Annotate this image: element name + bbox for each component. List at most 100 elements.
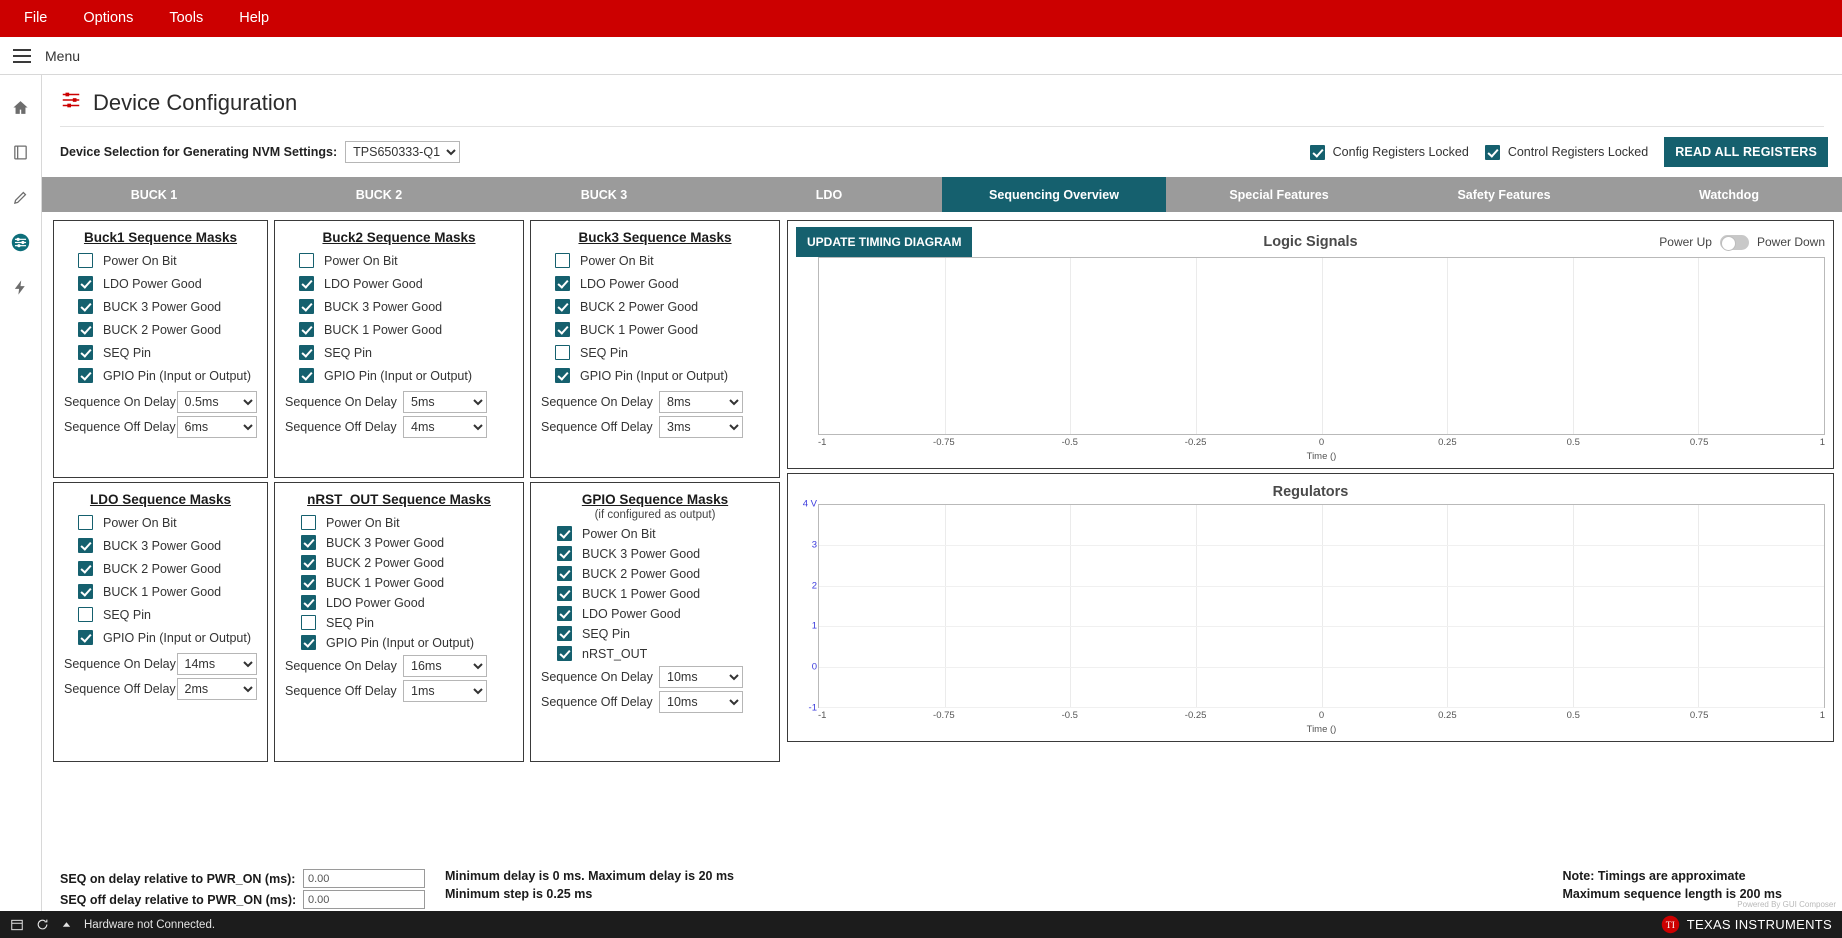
checkbox-row-gpio-4[interactable]: LDO Power Good [541,606,769,621]
sequence-on-delay-select-gpio[interactable]: 10ms [659,666,743,688]
checkbox-row-ldo-3[interactable]: BUCK 1 Power Good [64,584,257,599]
tab-safety-features[interactable]: Safety Features [1392,177,1617,212]
tab-watchdog[interactable]: Watchdog [1617,177,1842,212]
checkbox-row-nrst_out-3[interactable]: BUCK 1 Power Good [285,575,513,590]
tab-bar: BUCK 1BUCK 2BUCK 3LDOSequencing Overview… [42,177,1842,212]
checkbox-label: LDO Power Good [580,277,679,291]
checkbox-row-nrst_out-1[interactable]: BUCK 3 Power Good [285,535,513,550]
y-tick-label: -1 [809,703,817,714]
seq-on-delay-input[interactable] [303,869,425,888]
sequence-off-delay-select-gpio[interactable]: 10ms [659,691,743,713]
panel-title-gpio: GPIO Sequence Masks [541,492,769,507]
checkbox-row-buck3-1[interactable]: LDO Power Good [541,276,769,291]
menu-item-help[interactable]: Help [221,3,287,34]
config-registers-locked-checkbox[interactable]: Config Registers Locked [1310,145,1469,160]
checkbox-label: BUCK 3 Power Good [326,536,444,550]
checkbox-row-buck2-2[interactable]: BUCK 3 Power Good [285,299,513,314]
power-direction-toggle[interactable] [1720,235,1749,250]
sequence-off-delay-select-buck2[interactable]: 4ms [403,416,487,438]
home-icon [12,99,29,116]
checkbox-row-nrst_out-2[interactable]: BUCK 2 Power Good [285,555,513,570]
y-tick-label: 2 [812,580,817,591]
regulators-plot[interactable] [818,504,1825,708]
svg-text:TI: TI [1666,921,1675,931]
checkbox-row-buck3-2[interactable]: BUCK 2 Power Good [541,299,769,314]
checkbox-row-ldo-5[interactable]: GPIO Pin (Input or Output) [64,630,257,645]
device-selection-label: Device Selection for Generating NVM Sett… [60,145,337,159]
checkbox-row-buck2-1[interactable]: LDO Power Good [285,276,513,291]
checkbox-row-ldo-0[interactable]: Power On Bit [64,515,257,530]
tab-ldo[interactable]: LDO [717,177,942,212]
menu-label: Menu [45,48,80,64]
menu-item-file[interactable]: File [6,3,65,34]
sequence-off-delay-select-nrst_out[interactable]: 1ms [403,680,487,702]
checkbox-row-gpio-0[interactable]: Power On Bit [541,526,769,541]
sequence-on-delay-select-buck1[interactable]: 0.5ms [177,391,257,413]
sequence-on-delay-select-ldo[interactable]: 14ms [177,653,257,675]
checkbox-row-buck3-5[interactable]: GPIO Pin (Input or Output) [541,368,769,383]
checkbox-row-ldo-4[interactable]: SEQ Pin [64,607,257,622]
nav-device-configuration[interactable] [0,220,42,265]
logic-signals-x-title: Time () [818,451,1825,462]
seq-off-delay-label: SEQ off delay relative to PWR_ON (ms): [60,893,303,907]
checkbox-row-buck2-0[interactable]: Power On Bit [285,253,513,268]
sequence-on-delay-select-buck3[interactable]: 8ms [659,391,743,413]
checkbox-row-nrst_out-6[interactable]: GPIO Pin (Input or Output) [285,635,513,650]
menu-item-tools[interactable]: Tools [151,3,221,34]
checkbox-row-gpio-6[interactable]: nRST_OUT [541,646,769,661]
checkbox-row-buck1-1[interactable]: LDO Power Good [64,276,257,291]
checkbox-row-ldo-2[interactable]: BUCK 2 Power Good [64,561,257,576]
chevron-up-icon[interactable] [61,919,72,930]
checkbox-row-ldo-1[interactable]: BUCK 3 Power Good [64,538,257,553]
control-registers-locked-checkbox[interactable]: Control Registers Locked [1485,145,1648,160]
checkbox-row-buck3-4[interactable]: SEQ Pin [541,345,769,360]
grid-line-vertical [1196,258,1197,434]
update-timing-diagram-button[interactable]: UPDATE TIMING DIAGRAM [796,227,972,257]
menu-item-options[interactable]: Options [65,3,151,34]
console-icon[interactable] [10,918,24,932]
sequence-on-delay-select-buck2[interactable]: 5ms [403,391,487,413]
sequence-off-delay-label: Sequence Off Delay [541,695,659,709]
logic-signals-plot[interactable] [818,257,1825,435]
tab-buck-1[interactable]: BUCK 1 [42,177,267,212]
checkbox-row-nrst_out-5[interactable]: SEQ Pin [285,615,513,630]
checkbox-row-nrst_out-4[interactable]: LDO Power Good [285,595,513,610]
regulators-x-title: Time () [818,724,1825,735]
checkbox-icon [555,253,570,268]
checkbox-row-nrst_out-0[interactable]: Power On Bit [285,515,513,530]
checkbox-row-buck1-2[interactable]: BUCK 3 Power Good [64,299,257,314]
checkbox-icon [301,515,316,530]
checkbox-row-buck1-5[interactable]: GPIO Pin (Input or Output) [64,368,257,383]
checkbox-row-buck1-4[interactable]: SEQ Pin [64,345,257,360]
sequence-on-delay-select-nrst_out[interactable]: 16ms [403,655,487,677]
sequence-off-delay-select-ldo[interactable]: 2ms [177,678,257,700]
ti-logo-icon: TI [1661,915,1680,934]
tab-buck-2[interactable]: BUCK 2 [267,177,492,212]
checkbox-row-gpio-5[interactable]: SEQ Pin [541,626,769,641]
checkbox-row-buck2-5[interactable]: GPIO Pin (Input or Output) [285,368,513,383]
tab-special-features[interactable]: Special Features [1167,177,1392,212]
checkbox-row-buck2-3[interactable]: BUCK 1 Power Good [285,322,513,337]
checkbox-row-gpio-1[interactable]: BUCK 3 Power Good [541,546,769,561]
seq-off-delay-input[interactable] [303,890,425,909]
sequence-off-delay-select-buck3[interactable]: 3ms [659,416,743,438]
checkbox-row-buck3-3[interactable]: BUCK 1 Power Good [541,322,769,337]
checkbox-row-buck2-4[interactable]: SEQ Pin [285,345,513,360]
refresh-icon[interactable] [36,918,49,931]
device-select[interactable]: TPS650333-Q1 [345,141,460,163]
nav-power[interactable] [0,265,42,310]
tab-sequencing-overview[interactable]: Sequencing Overview [942,177,1167,212]
checkbox-row-buck3-0[interactable]: Power On Bit [541,253,769,268]
checkbox-row-gpio-3[interactable]: BUCK 1 Power Good [541,586,769,601]
nav-edit[interactable] [0,175,42,220]
checkbox-row-buck1-3[interactable]: BUCK 2 Power Good [64,322,257,337]
checkbox-row-gpio-2[interactable]: BUCK 2 Power Good [541,566,769,581]
read-all-registers-button[interactable]: READ ALL REGISTERS [1664,137,1828,167]
nav-registers[interactable] [0,130,42,175]
powered-by-label: Powered By GUI Composer [1737,900,1836,909]
checkbox-row-buck1-0[interactable]: Power On Bit [64,253,257,268]
nav-home[interactable] [0,85,42,130]
hamburger-icon[interactable] [13,49,31,63]
tab-buck-3[interactable]: BUCK 3 [492,177,717,212]
sequence-off-delay-select-buck1[interactable]: 6ms [177,416,257,438]
